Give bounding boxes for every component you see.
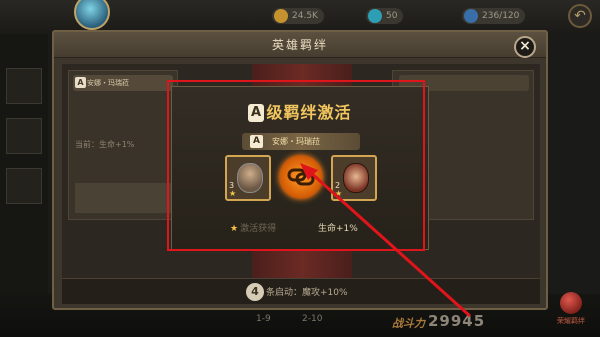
bond-bottom-strip: 4 条启动：魔攻+10%	[62, 278, 540, 304]
stamina-icon	[464, 9, 478, 23]
panel-title: 英雄羁绊	[271, 38, 328, 52]
power-value: 29945	[428, 312, 486, 330]
close-icon[interactable]: ×	[514, 36, 536, 58]
condition-count-badge: 4	[246, 283, 264, 301]
current-effect: 当前：生命+1%	[75, 140, 135, 149]
stage-label: 2-10	[302, 314, 323, 324]
gem-counter[interactable]: 50	[366, 8, 404, 24]
hero-slot[interactable]	[6, 168, 42, 204]
back-arrow-icon[interactable]: ↶	[568, 4, 592, 28]
bond-tag: A 安娜・玛瑞菈	[73, 75, 173, 91]
stamina-value: 236/120	[482, 11, 520, 21]
stamina-counter[interactable]: 236/120	[462, 8, 526, 24]
gem-icon	[368, 9, 382, 23]
annotation-box	[167, 80, 425, 251]
stage-label: 1-9	[256, 314, 271, 324]
gold-coin-icon	[274, 9, 288, 23]
left-hero-list	[0, 34, 48, 294]
bond-tag-label: 安娜・玛瑞菈	[87, 79, 129, 87]
hero-slot[interactable]	[6, 68, 42, 104]
panel-header: 英雄羁绊 ×	[54, 32, 546, 58]
power-label: 战斗力	[392, 317, 425, 330]
gold-value: 24.5K	[292, 11, 318, 21]
honor-bond-label: 荣耀羁绊	[557, 317, 585, 325]
player-avatar[interactable]	[74, 0, 110, 30]
gem-value: 50	[386, 11, 398, 21]
condition-text: 条启动：魔攻+10%	[266, 288, 348, 298]
top-hud-bar: 24.5K 50 236/120 ↶	[0, 0, 600, 34]
gold-counter[interactable]: 24.5K	[272, 8, 324, 24]
bond-orb-icon	[560, 292, 582, 314]
rank-a-badge: A	[75, 77, 86, 88]
hero-slot[interactable]	[6, 118, 42, 154]
bond-card-left[interactable]: A 安娜・玛瑞菈 当前：生命+1%	[68, 70, 179, 220]
honor-bond-button[interactable]: 荣耀羁绊	[550, 292, 592, 328]
bond-row[interactable]	[75, 183, 179, 213]
